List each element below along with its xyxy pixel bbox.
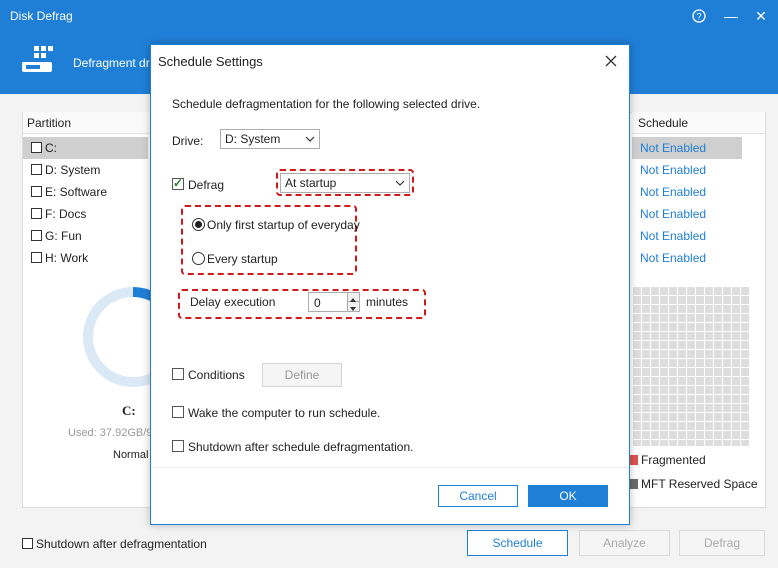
legend-label: MFT Reserved Space [641,477,758,491]
cancel-button[interactable]: Cancel [438,485,518,507]
drive-select[interactable]: D: System [220,129,320,149]
partition-row[interactable]: G: Fun [23,225,148,247]
partition-row[interactable]: E: Software [23,181,148,203]
ok-button[interactable]: OK [528,485,608,507]
selected-drive-label: C: [122,403,136,418]
used-space-text: Used: 37.92GB/9 [68,427,153,439]
schedule-button[interactable]: Schedule [467,530,568,556]
stepper-up-icon[interactable] [347,293,359,302]
schedule-status: Not Enabled [640,251,707,265]
dialog-title: Schedule Settings [158,54,263,69]
drive-label: Drive: [172,134,204,148]
cluster-map [632,286,750,446]
row-checkbox[interactable] [31,186,42,197]
schedule-status: Not Enabled [640,229,707,243]
delay-value[interactable]: 0 [314,296,321,310]
schedule-status: Not Enabled [640,163,707,177]
header-label: Defragment driv [73,56,159,70]
partition-row[interactable]: H: Work [23,247,148,269]
schedule-status: Not Enabled [640,185,707,199]
legend-label: Fragmented [641,453,706,467]
delay-unit: minutes [366,295,409,309]
row-checkbox[interactable] [31,164,42,175]
schedule-column-header[interactable]: Schedule [632,112,742,134]
drive-status-text: Normal [113,449,149,461]
title-bar: Disk Defrag ? — ✕ [0,0,778,32]
defrag-mode-value: At startup [285,176,337,190]
help-icon[interactable]: ? [688,6,710,26]
shutdown-label: Shutdown after defragmentation [36,537,207,551]
wake-checkbox[interactable] [172,406,184,418]
chevron-down-icon [395,174,405,199]
shutdown-schedule-checkbox[interactable] [172,440,184,452]
defrag-button[interactable]: Defrag [679,530,765,556]
partition-name: E: Software [45,185,108,199]
partition-column-header[interactable]: Partition [23,112,151,134]
minimize-icon[interactable]: — [720,6,742,26]
partition-name: G: Fun [45,229,82,243]
conditions-checkbox[interactable] [172,368,184,380]
drive-select-value: D: System [225,132,281,146]
partition-name: C: [45,141,57,155]
dialog-title-bar: Schedule Settings [151,45,629,77]
dialog-intro-text: Schedule defragmentation for the followi… [172,97,481,111]
legend-mft: MFT Reserved Space [630,477,758,491]
window-title: Disk Defrag [10,9,73,23]
analyze-button[interactable]: Analyze [579,530,670,556]
mft-swatch-icon [630,479,638,489]
stepper-down-icon[interactable] [347,302,359,311]
partition-name: D: System [45,163,101,177]
partition-row[interactable]: F: Docs [23,203,148,225]
fragmented-swatch-icon [630,455,638,465]
legend-fragmented: Fragmented [630,453,706,467]
radio-first-startup[interactable] [192,218,205,231]
schedule-settings-dialog: Schedule Settings Schedule defragmentati… [150,44,630,525]
partition-row[interactable]: C: [23,137,148,159]
close-icon[interactable] [599,49,623,73]
partition-name: F: Docs [45,207,87,221]
delay-stepper[interactable]: 0 [308,292,360,312]
defrag-checkbox[interactable] [172,176,184,190]
chevron-down-icon [305,130,315,155]
row-checkbox[interactable] [31,142,42,153]
row-checkbox[interactable] [31,230,42,241]
row-checkbox[interactable] [31,252,42,263]
delay-label: Delay execution [190,295,276,309]
row-checkbox[interactable] [31,208,42,219]
wake-label: Wake the computer to run schedule. [188,406,381,420]
conditions-label: Conditions [188,368,245,382]
shutdown-option[interactable]: Shutdown after defragmentation [22,537,207,551]
radio-every-startup-label: Every startup [207,252,278,266]
svg-text:?: ? [696,12,701,22]
define-button[interactable]: Define [262,363,342,387]
schedule-status: Not Enabled [640,207,707,221]
header-filler [742,112,765,134]
dialog-divider [151,467,629,468]
partition-name: H: Work [45,251,89,265]
partition-row[interactable]: D: System [23,159,148,181]
shutdown-schedule-label: Shutdown after schedule defragmentation. [188,440,414,454]
defrag-mode-select[interactable]: At startup [280,173,410,193]
close-icon[interactable]: ✕ [750,6,772,26]
defrag-label: Defrag [188,178,225,192]
schedule-status: Not Enabled [632,137,742,159]
radio-every-startup[interactable] [192,252,205,265]
shutdown-checkbox[interactable] [22,538,33,549]
radio-first-startup-label: Only first startup of everyday [207,218,360,232]
disk-defrag-icon [22,46,53,72]
